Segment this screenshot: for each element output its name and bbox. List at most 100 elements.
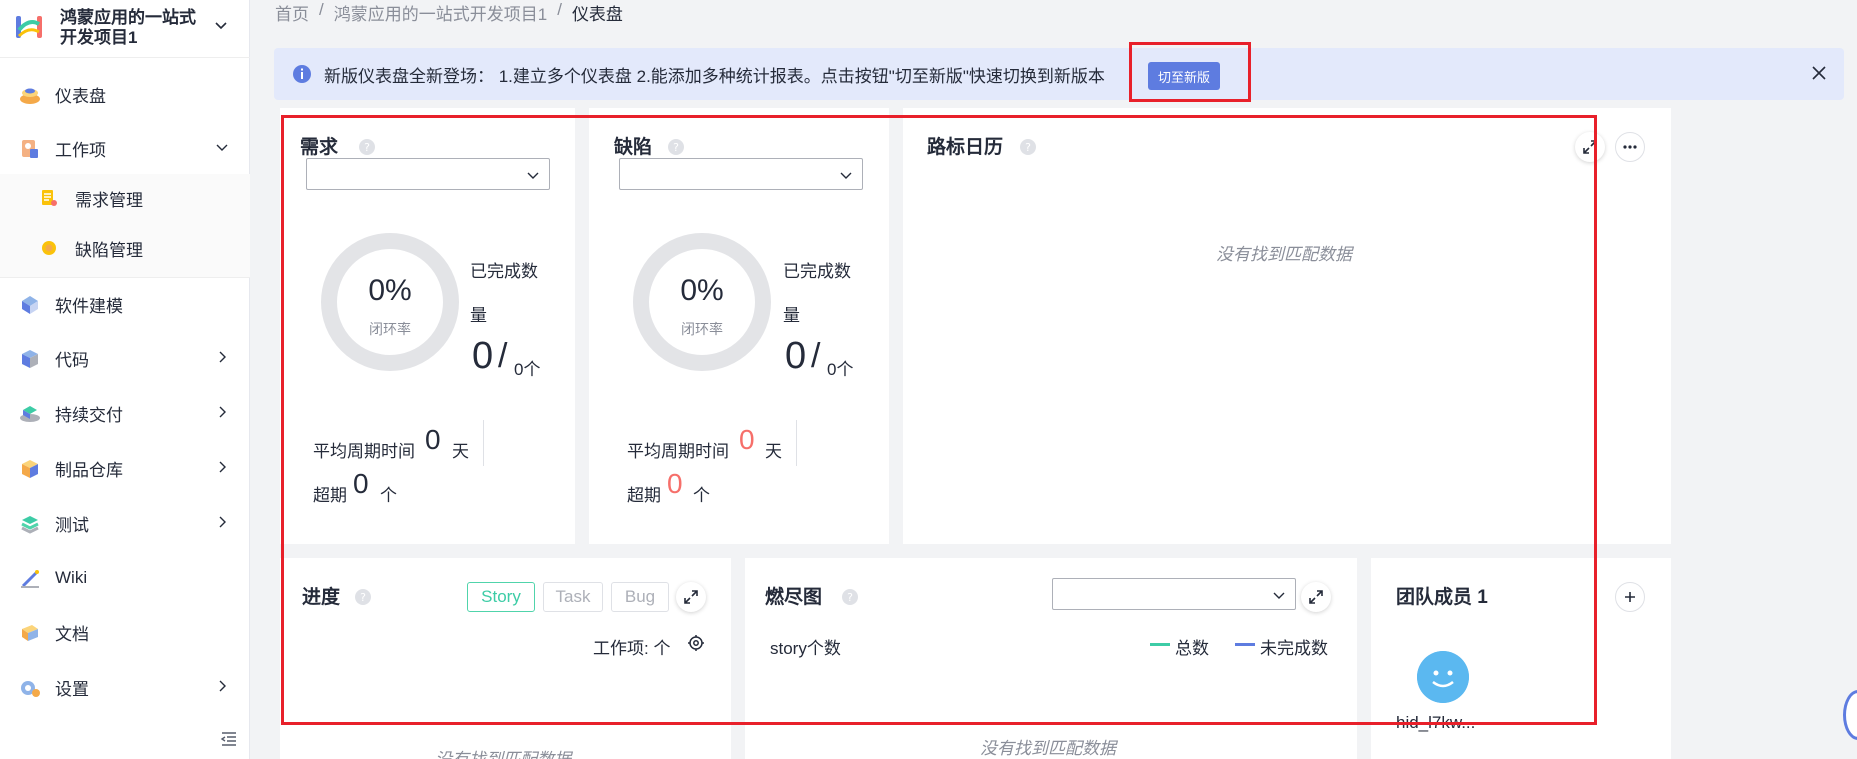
card-title: 路标日历 [927,137,1004,158]
close-icon[interactable] [1810,64,1828,82]
more-icon [1623,145,1637,149]
y-axis-label: story个数 [770,639,841,658]
project-logo-icon [16,16,42,38]
iteration-select[interactable] [1052,578,1296,610]
info-icon [293,65,311,83]
add-member-button[interactable] [1615,582,1645,612]
expand-icon [1309,590,1323,604]
sidebar-item-modeling[interactable]: 软件建模 [0,280,250,328]
more-button[interactable] [1615,132,1645,162]
sidebar-item-wiki[interactable]: Wiki [0,554,250,602]
sidebar-item-defects[interactable]: 缺陷管理 [0,224,250,272]
sidebar-item-label: 测试 [55,515,89,535]
help-icon[interactable]: ? [667,138,685,156]
chevron-down-icon [527,172,539,179]
svg-text:?: ? [673,141,679,154]
chevron-down-icon[interactable] [214,18,228,32]
highlight-box-button [1129,42,1251,102]
legend-open-swatch [1235,643,1255,646]
workitem-icon [22,140,38,158]
tab-bug[interactable]: Bug [611,582,669,612]
sidebar-item-docs[interactable]: 文档 [0,608,250,656]
new-version-alert: 新版仪表盘全新登场： 1.建立多个仪表盘 2.能添加多种统计报表。点击按钮"切至… [274,48,1844,100]
gear-icon[interactable] [687,634,705,652]
avg-cycle-value: 0 [425,424,441,455]
expand-button[interactable] [1575,132,1605,162]
svg-text:?: ? [360,591,366,604]
expand-icon [1583,140,1597,154]
expand-button[interactable] [1301,582,1331,612]
stat-divider [483,420,484,466]
sidebar-item-dashboard[interactable]: 仪表盘 [0,70,250,118]
breadcrumb-home[interactable]: 首页 [275,0,309,26]
sidebar-item-requirements[interactable]: 需求管理 [0,174,250,222]
completed-count: 0 [472,335,494,377]
collapse-menu-icon[interactable] [220,730,238,748]
requirement-filter-select[interactable] [306,158,550,190]
sidebar-item-label: 软件建模 [55,296,123,316]
sidebar: 鸿蒙应用的一站式开发项目1 仪表盘 工作项 需求管理 缺陷管理 软件建模 代码 … [0,0,250,759]
sidebar-item-label: 需求管理 [75,190,143,210]
overdue-value: 0 [667,468,683,499]
modeling-icon [22,296,38,314]
chevron-right-icon [219,461,226,473]
empty-message: 没有找到匹配数据 [1216,245,1352,264]
floating-assistant-button[interactable] [1843,690,1857,740]
empty-message: 没有找到匹配数据 [435,745,571,759]
overdue-label: 超期 [627,486,661,505]
sidebar-item-artifacts[interactable]: 制品仓库 [0,444,250,492]
overdue-unit: 个 [380,486,397,505]
sidebar-item-delivery[interactable]: 持续交付 [0,389,250,437]
closure-rate-percent: 0% [680,274,724,307]
legend-total-swatch [1150,643,1170,646]
chevron-down-icon [216,144,228,151]
sidebar-item-workitem[interactable]: 工作项 [0,124,250,172]
project-name: 鸿蒙应用的一站式开发项目1 [60,8,196,47]
code-icon [22,350,38,368]
avatar[interactable] [1417,651,1469,703]
expand-button[interactable] [676,582,706,612]
test-icon [21,516,39,534]
member-name: hid_l7kw... [1396,713,1476,732]
defect-filter-select[interactable] [619,158,863,190]
breadcrumb-separator: / [557,0,562,19]
sidebar-item-code[interactable]: 代码 [0,334,250,382]
completed-count: 0 [785,335,807,377]
help-icon[interactable]: ? [841,588,859,606]
tab-story[interactable]: Story [467,582,535,612]
completed-count-label: 已完成数量 [783,262,851,325]
project-switcher[interactable]: 鸿蒙应用的一站式开发项目1 [0,0,250,58]
stat-divider [796,420,797,466]
sidebar-item-label: Wiki [55,568,88,587]
artifact-icon [22,460,38,478]
tab-task[interactable]: Task [543,582,603,612]
sidebar-item-label: 制品仓库 [55,460,123,480]
closure-rate-percent: 0% [368,274,412,307]
legend-total: 总数 [1175,639,1209,658]
alert-message: 新版仪表盘全新登场： 1.建立多个仪表盘 2.能添加多种统计报表。点击按钮"切至… [324,67,1105,86]
avg-cycle-label: 平均周期时间 [313,442,415,461]
card-title: 缺陷 [614,137,653,158]
help-icon[interactable]: ? [358,138,376,156]
requirement-icon [42,190,57,206]
breadcrumb-project[interactable]: 鸿蒙应用的一站式开发项目1 [334,0,547,26]
svg-text:?: ? [1025,141,1031,154]
chevron-right-icon [219,406,226,418]
breadcrumb-current: 仪表盘 [571,5,623,24]
card-title: 进度 [302,587,341,608]
sidebar-item-settings[interactable]: 设置 [0,663,250,711]
avg-cycle-unit: 天 [452,442,469,461]
help-icon[interactable]: ? [354,588,372,606]
legend-open: 未完成数 [1260,639,1328,658]
overdue-label: 超期 [313,486,347,505]
plus-icon [1625,592,1635,602]
settings-icon [21,681,40,697]
sidebar-item-label: 仪表盘 [55,86,106,106]
workitem-count-label: 工作项: 个 [593,639,671,658]
help-icon[interactable]: ? [1019,138,1037,156]
sidebar-item-label: 代码 [55,350,89,370]
sidebar-item-test[interactable]: 测试 [0,499,250,547]
breadcrumb: 首页 / 鸿蒙应用的一站式开发项目1 / 仪表盘 [275,0,623,26]
chevron-down-icon [1273,592,1285,599]
docs-icon [22,625,38,641]
